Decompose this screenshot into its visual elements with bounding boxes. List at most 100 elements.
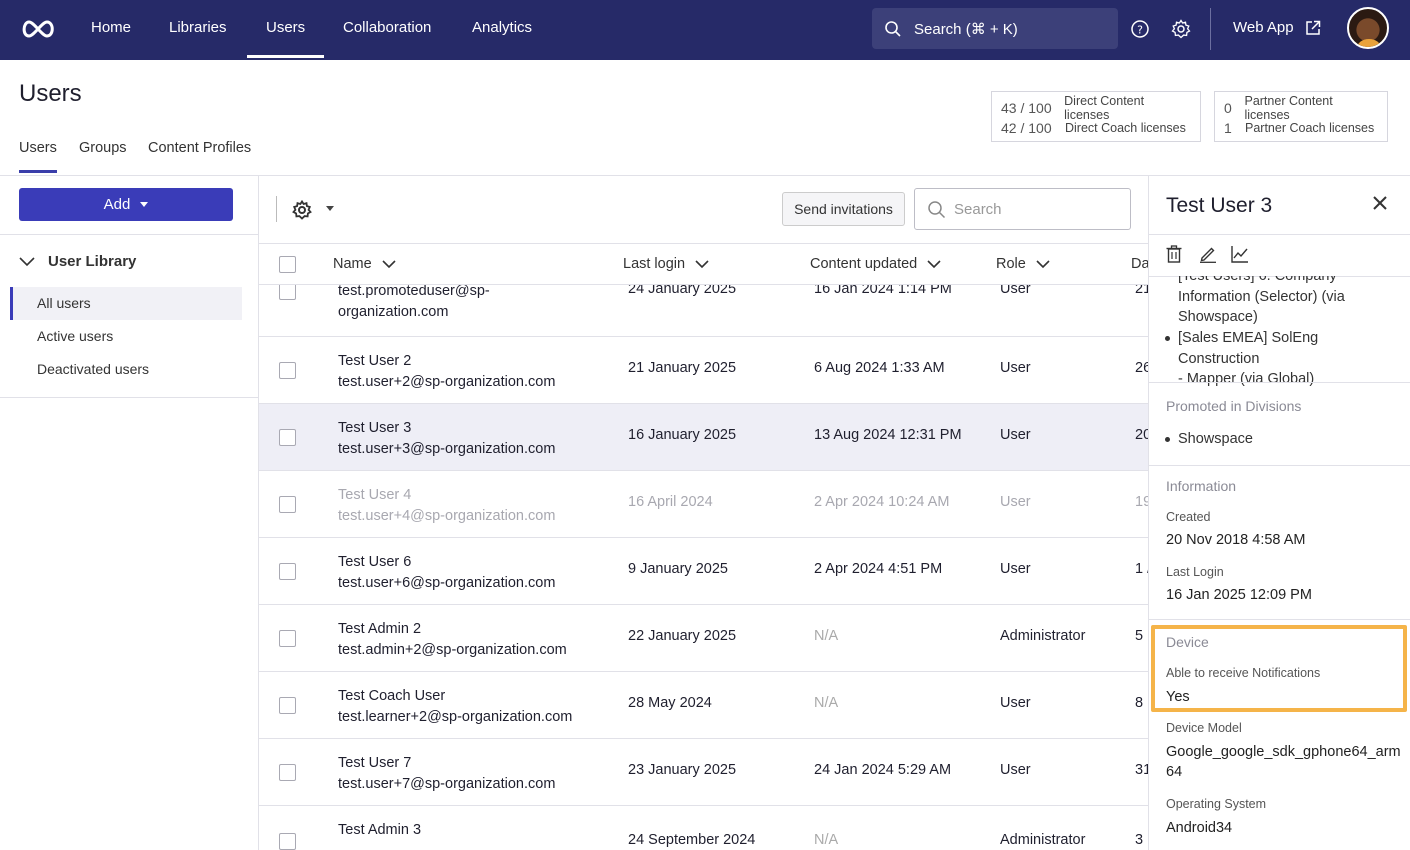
row-name: Test User 4 test.user+4@sp-organization.c… xyxy=(338,487,556,524)
column-role-label: Role xyxy=(996,256,1026,272)
row-last-login: 24 January 2025 xyxy=(628,285,737,297)
external-link-icon[interactable] xyxy=(1305,20,1321,36)
row-date: 31 xyxy=(1135,762,1148,778)
row-checkbox[interactable] xyxy=(279,630,296,647)
tab-content-profiles[interactable]: Content Profiles xyxy=(148,140,251,156)
user-library-title: User Library xyxy=(48,253,137,270)
table-row[interactable]: Test User 6 test.user+6@sp-organization.c… xyxy=(259,538,1148,605)
row-last-login: 9 January 2025 xyxy=(628,561,728,577)
table-row-selected[interactable]: Test User 3 test.user+3@sp-organization.c… xyxy=(259,404,1148,471)
caret-down-icon[interactable] xyxy=(326,206,334,211)
row-role: User xyxy=(1000,494,1031,510)
group-list-item: [Sales EMEA] SolEng Construction - Mapper… xyxy=(1165,328,1400,390)
chevron-down-icon xyxy=(382,259,396,268)
row-checkbox[interactable] xyxy=(279,563,296,580)
edit-pencil-icon[interactable] xyxy=(1199,245,1217,263)
add-button-label: Add xyxy=(103,196,131,213)
user-detail-panel: Test User 3 [Test Users] 6. Company Infor… xyxy=(1148,176,1410,850)
chevron-down-icon xyxy=(1036,259,1050,268)
close-icon[interactable] xyxy=(1373,196,1387,210)
row-checkbox[interactable] xyxy=(279,362,296,379)
search-icon xyxy=(885,20,901,37)
nav-home[interactable]: Home xyxy=(91,0,131,60)
row-content-updated: N/A xyxy=(814,832,839,848)
row-role: User xyxy=(1000,427,1031,443)
row-name: Test Coach User test.learner+2@sp-organiz… xyxy=(338,688,573,725)
direct-coach-label: Direct Coach licenses xyxy=(1065,121,1186,135)
row-content-updated: 24 Jan 2024 5:29 AM xyxy=(814,762,952,778)
left-sidebar: Add User Library All users Active users … xyxy=(0,176,259,850)
row-checkbox[interactable] xyxy=(279,429,296,446)
table-row[interactable]: Test Admin 2 test.admin+2@sp-organization… xyxy=(259,605,1148,672)
division-list-item: Showspace xyxy=(1165,429,1400,450)
sidebar-item-all-users[interactable]: All users xyxy=(10,287,242,320)
table-search-placeholder: Search xyxy=(954,200,1002,218)
nav-libraries[interactable]: Libraries xyxy=(169,0,227,60)
add-button[interactable]: Add xyxy=(19,188,233,221)
row-role: Administrator xyxy=(1000,628,1086,644)
row-content-updated: 2 Apr 2024 10:24 AM xyxy=(814,494,950,510)
settings-gear-icon[interactable] xyxy=(292,200,312,220)
select-all-checkbox[interactable] xyxy=(279,256,296,273)
web-app-link[interactable]: Web App xyxy=(1233,0,1294,60)
row-checkbox[interactable] xyxy=(279,833,296,850)
sidebar-divider xyxy=(0,397,259,398)
partner-licenses-box: 0 Partner Content licenses 1 Partner Coach… xyxy=(1214,91,1388,142)
nav-analytics[interactable]: Analytics xyxy=(472,0,532,60)
row-date: 8 xyxy=(1135,695,1144,711)
column-header-name[interactable]: Name xyxy=(333,256,396,272)
column-header-date[interactable]: Da xyxy=(1131,256,1150,272)
table-row-deactivated[interactable]: Test User 4 test.user+4@sp-organization.c… xyxy=(259,471,1148,538)
panel-divider xyxy=(1149,234,1410,235)
operating-system-value: Android34 xyxy=(1166,820,1233,836)
row-content-updated: 13 Aug 2024 12:31 PM xyxy=(814,427,962,443)
analytics-chart-icon[interactable] xyxy=(1231,245,1249,263)
user-library-toggle[interactable]: User Library xyxy=(19,253,136,270)
table-row[interactable]: test.promoteduser@sp-organization.com 24… xyxy=(259,285,1148,337)
row-date: 1 / xyxy=(1135,561,1148,577)
global-search-input[interactable]: Search (⌘ + K) xyxy=(872,8,1118,49)
logo-icon[interactable] xyxy=(20,16,56,42)
row-checkbox[interactable] xyxy=(279,697,296,714)
help-icon[interactable]: ? xyxy=(1130,19,1150,39)
column-header-role[interactable]: Role xyxy=(996,256,1050,272)
promoted-divisions-label: Promoted in Divisions xyxy=(1166,398,1302,414)
column-header-content-updated[interactable]: Content updated xyxy=(810,256,941,272)
tab-users[interactable]: Users xyxy=(19,140,57,173)
row-last-login: 24 September 2024 xyxy=(628,832,756,848)
global-search-placeholder: Search (⌘ + K) xyxy=(914,20,1018,38)
tab-groups[interactable]: Groups xyxy=(79,140,127,156)
row-content-updated: N/A xyxy=(814,695,839,711)
page-title: Users xyxy=(19,80,82,107)
row-date: 26 xyxy=(1135,360,1148,376)
row-checkbox[interactable] xyxy=(279,764,296,781)
sidebar-item-active-users[interactable]: Active users xyxy=(10,320,242,353)
device-model-label: Device Model xyxy=(1166,721,1242,735)
information-label: Information xyxy=(1166,478,1237,494)
row-date: 5 xyxy=(1135,628,1144,644)
row-role: Administrator xyxy=(1000,832,1086,848)
nav-users[interactable]: Users xyxy=(246,0,325,60)
user-avatar[interactable] xyxy=(1347,7,1389,49)
row-last-login: 23 January 2025 xyxy=(628,762,737,778)
trash-icon[interactable] xyxy=(1166,245,1182,263)
settings-gear-icon[interactable] xyxy=(1171,19,1191,39)
table-row[interactable]: Test Admin 3 24 September 2024 N/A Admin… xyxy=(259,806,1148,850)
column-header-last-login[interactable]: Last login xyxy=(623,256,709,272)
send-invitations-button[interactable]: Send invitations xyxy=(782,192,905,226)
row-checkbox[interactable] xyxy=(279,285,296,300)
row-checkbox[interactable] xyxy=(279,496,296,513)
sidebar-item-deactivated-users[interactable]: Deactivated users xyxy=(10,353,242,386)
table-row[interactable]: Test Coach User test.learner+2@sp-organiz… xyxy=(259,672,1148,739)
table-row[interactable]: Test User 7 test.user+7@sp-organization.c… xyxy=(259,739,1148,806)
panel-divider xyxy=(1149,619,1410,620)
row-last-login: 16 January 2025 xyxy=(628,427,737,443)
row-name: Test User 6 test.user+6@sp-organization.c… xyxy=(338,554,556,591)
row-last-login: 21 January 2025 xyxy=(628,360,737,376)
table-row[interactable]: Test User 2 test.user+2@sp-organization.c… xyxy=(259,337,1148,404)
direct-coach-count: 42 / 100 xyxy=(1001,120,1052,136)
panel-divider xyxy=(1149,465,1410,466)
nav-collaboration[interactable]: Collaboration xyxy=(343,0,431,60)
direct-licenses-box: 43 / 100 Direct Content licenses 42 / 100… xyxy=(991,91,1201,142)
table-search-input[interactable]: Search xyxy=(914,188,1131,230)
